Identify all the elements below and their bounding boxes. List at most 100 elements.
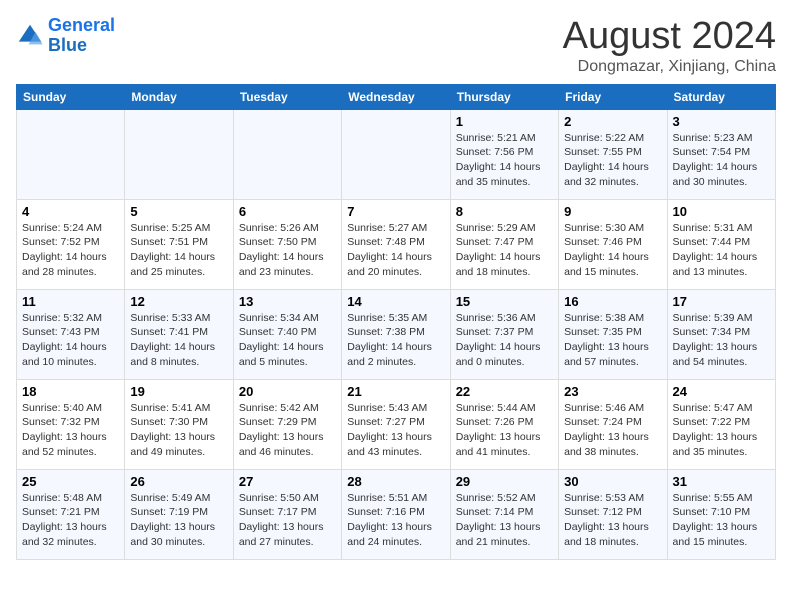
day-number: 10 [673, 204, 770, 219]
calendar-cell: 20 Sunrise: 5:42 AM Sunset: 7:29 PM Dayli… [233, 379, 341, 469]
calendar-cell: 10 Sunrise: 5:31 AM Sunset: 7:44 PM Dayli… [667, 199, 775, 289]
calendar-cell: 24 Sunrise: 5:47 AM Sunset: 7:22 PM Dayli… [667, 379, 775, 469]
day-number: 19 [130, 384, 227, 399]
day-number: 4 [22, 204, 119, 219]
calendar-cell: 15 Sunrise: 5:36 AM Sunset: 7:37 PM Dayli… [450, 289, 558, 379]
day-number: 25 [22, 474, 119, 489]
day-info: Sunrise: 5:40 AM Sunset: 7:32 PM Dayligh… [22, 401, 119, 460]
calendar-cell: 12 Sunrise: 5:33 AM Sunset: 7:41 PM Dayli… [125, 289, 233, 379]
day-info: Sunrise: 5:27 AM Sunset: 7:48 PM Dayligh… [347, 221, 444, 280]
day-info: Sunrise: 5:23 AM Sunset: 7:54 PM Dayligh… [673, 131, 770, 190]
calendar-cell: 18 Sunrise: 5:40 AM Sunset: 7:32 PM Dayli… [17, 379, 125, 469]
month-title: August 2024 [563, 16, 776, 58]
day-number: 30 [564, 474, 661, 489]
day-number: 26 [130, 474, 227, 489]
weekday-header-wednesday: Wednesday [342, 84, 450, 109]
day-number: 24 [673, 384, 770, 399]
day-info: Sunrise: 5:51 AM Sunset: 7:16 PM Dayligh… [347, 491, 444, 550]
day-info: Sunrise: 5:48 AM Sunset: 7:21 PM Dayligh… [22, 491, 119, 550]
weekday-header-tuesday: Tuesday [233, 84, 341, 109]
logo-general: General [48, 15, 115, 35]
weekday-header-friday: Friday [559, 84, 667, 109]
day-info: Sunrise: 5:34 AM Sunset: 7:40 PM Dayligh… [239, 311, 336, 370]
day-info: Sunrise: 5:22 AM Sunset: 7:55 PM Dayligh… [564, 131, 661, 190]
calendar-cell: 4 Sunrise: 5:24 AM Sunset: 7:52 PM Daylig… [17, 199, 125, 289]
day-info: Sunrise: 5:50 AM Sunset: 7:17 PM Dayligh… [239, 491, 336, 550]
day-info: Sunrise: 5:41 AM Sunset: 7:30 PM Dayligh… [130, 401, 227, 460]
day-info: Sunrise: 5:25 AM Sunset: 7:51 PM Dayligh… [130, 221, 227, 280]
day-info: Sunrise: 5:36 AM Sunset: 7:37 PM Dayligh… [456, 311, 553, 370]
day-number: 20 [239, 384, 336, 399]
day-info: Sunrise: 5:47 AM Sunset: 7:22 PM Dayligh… [673, 401, 770, 460]
day-info: Sunrise: 5:33 AM Sunset: 7:41 PM Dayligh… [130, 311, 227, 370]
day-number: 12 [130, 294, 227, 309]
calendar-cell: 26 Sunrise: 5:49 AM Sunset: 7:19 PM Dayli… [125, 469, 233, 559]
header: General Blue August 2024 Dongmazar, Xinj… [16, 16, 776, 76]
calendar-cell: 6 Sunrise: 5:26 AM Sunset: 7:50 PM Daylig… [233, 199, 341, 289]
weekday-header-saturday: Saturday [667, 84, 775, 109]
day-info: Sunrise: 5:44 AM Sunset: 7:26 PM Dayligh… [456, 401, 553, 460]
calendar-header: SundayMondayTuesdayWednesdayThursdayFrid… [17, 84, 776, 109]
calendar-cell: 29Sunrise: 5:52 AM Sunset: 7:14 PM Dayli… [450, 469, 558, 559]
day-info: Sunrise: 5:52 AM Sunset: 7:14 PM Dayligh… [456, 491, 553, 550]
day-number: 31 [673, 474, 770, 489]
day-number: 14 [347, 294, 444, 309]
calendar-cell: 31Sunrise: 5:55 AM Sunset: 7:10 PM Dayli… [667, 469, 775, 559]
calendar-cell: 16Sunrise: 5:38 AM Sunset: 7:35 PM Dayli… [559, 289, 667, 379]
calendar-cell: 11Sunrise: 5:32 AM Sunset: 7:43 PM Dayli… [17, 289, 125, 379]
day-number: 28 [347, 474, 444, 489]
day-info: Sunrise: 5:21 AM Sunset: 7:56 PM Dayligh… [456, 131, 553, 190]
day-info: Sunrise: 5:43 AM Sunset: 7:27 PM Dayligh… [347, 401, 444, 460]
day-info: Sunrise: 5:29 AM Sunset: 7:47 PM Dayligh… [456, 221, 553, 280]
day-info: Sunrise: 5:30 AM Sunset: 7:46 PM Dayligh… [564, 221, 661, 280]
calendar-cell: 3 Sunrise: 5:23 AM Sunset: 7:54 PM Daylig… [667, 109, 775, 199]
day-number: 21 [347, 384, 444, 399]
calendar-cell: 25 Sunrise: 5:48 AM Sunset: 7:21 PM Dayli… [17, 469, 125, 559]
day-info: Sunrise: 5:42 AM Sunset: 7:29 PM Dayligh… [239, 401, 336, 460]
day-number: 6 [239, 204, 336, 219]
day-number: 22 [456, 384, 553, 399]
calendar-cell: 19 Sunrise: 5:41 AM Sunset: 7:30 PM Dayli… [125, 379, 233, 469]
day-info: Sunrise: 5:26 AM Sunset: 7:50 PM Dayligh… [239, 221, 336, 280]
calendar-table: SundayMondayTuesdayWednesdayThursdayFrid… [16, 84, 776, 560]
day-number: 15 [456, 294, 553, 309]
calendar-cell: 7Sunrise: 5:27 AM Sunset: 7:48 PM Daylig… [342, 199, 450, 289]
day-number: 16 [564, 294, 661, 309]
day-number: 8 [456, 204, 553, 219]
calendar-cell: 2 Sunrise: 5:22 AM Sunset: 7:55 PM Daylig… [559, 109, 667, 199]
day-info: Sunrise: 5:53 AM Sunset: 7:12 PM Dayligh… [564, 491, 661, 550]
day-info: Sunrise: 5:31 AM Sunset: 7:44 PM Dayligh… [673, 221, 770, 280]
day-number: 2 [564, 114, 661, 129]
calendar-week-5: 25 Sunrise: 5:48 AM Sunset: 7:21 PM Dayli… [17, 469, 776, 559]
calendar-cell: 9 Sunrise: 5:30 AM Sunset: 7:46 PM Daylig… [559, 199, 667, 289]
day-info: Sunrise: 5:24 AM Sunset: 7:52 PM Dayligh… [22, 221, 119, 280]
day-number: 17 [673, 294, 770, 309]
weekday-header-monday: Monday [125, 84, 233, 109]
calendar-week-2: 4 Sunrise: 5:24 AM Sunset: 7:52 PM Daylig… [17, 199, 776, 289]
day-number: 1 [456, 114, 553, 129]
calendar-cell [342, 109, 450, 199]
logo-icon [16, 22, 44, 50]
calendar-cell: 27Sunrise: 5:50 AM Sunset: 7:17 PM Dayli… [233, 469, 341, 559]
logo-blue: Blue [48, 35, 87, 55]
calendar-cell: 28 Sunrise: 5:51 AM Sunset: 7:16 PM Dayli… [342, 469, 450, 559]
calendar-cell [233, 109, 341, 199]
weekday-header-thursday: Thursday [450, 84, 558, 109]
weekday-header-sunday: Sunday [17, 84, 125, 109]
day-number: 13 [239, 294, 336, 309]
day-number: 3 [673, 114, 770, 129]
day-number: 9 [564, 204, 661, 219]
logo: General Blue [16, 16, 115, 56]
calendar-cell: 22 Sunrise: 5:44 AM Sunset: 7:26 PM Dayli… [450, 379, 558, 469]
calendar-cell: 8 Sunrise: 5:29 AM Sunset: 7:47 PM Daylig… [450, 199, 558, 289]
day-info: Sunrise: 5:49 AM Sunset: 7:19 PM Dayligh… [130, 491, 227, 550]
day-number: 18 [22, 384, 119, 399]
calendar-cell: 1 Sunrise: 5:21 AM Sunset: 7:56 PM Daylig… [450, 109, 558, 199]
calendar-cell: 30 Sunrise: 5:53 AM Sunset: 7:12 PM Dayli… [559, 469, 667, 559]
calendar-week-3: 11Sunrise: 5:32 AM Sunset: 7:43 PM Dayli… [17, 289, 776, 379]
calendar-cell: 14Sunrise: 5:35 AM Sunset: 7:38 PM Dayli… [342, 289, 450, 379]
calendar-cell: 21 Sunrise: 5:43 AM Sunset: 7:27 PM Dayli… [342, 379, 450, 469]
location-subtitle: Dongmazar, Xinjiang, China [563, 58, 776, 76]
calendar-body: 1 Sunrise: 5:21 AM Sunset: 7:56 PM Daylig… [17, 109, 776, 559]
logo-text: General Blue [48, 16, 115, 56]
